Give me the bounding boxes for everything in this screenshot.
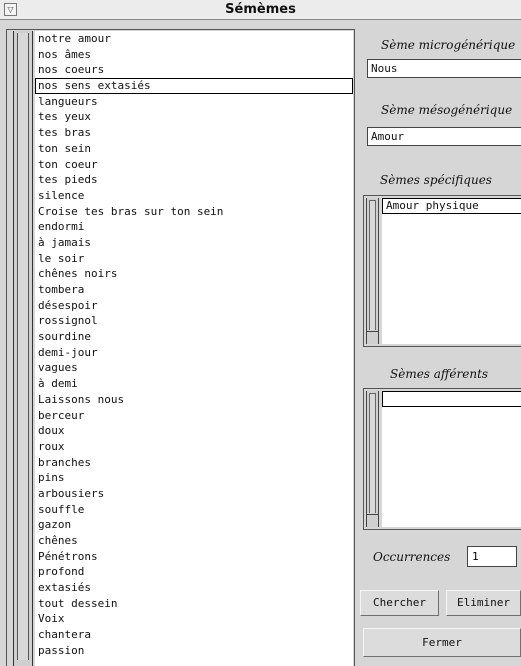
list-item[interactable]: doux: [35, 423, 353, 439]
list-item[interactable]: silence: [35, 188, 353, 204]
fermer-button[interactable]: Fermer: [363, 628, 521, 657]
list-item[interactable]: notre amour: [35, 31, 353, 47]
list-item[interactable]: nos âmes: [35, 47, 353, 63]
mesogenerique-field[interactable]: Amour: [367, 127, 521, 146]
list-item[interactable]: profond: [35, 564, 353, 580]
occurrences-label: Occurrences: [373, 550, 451, 564]
specifiques-label: Sèmes spécifiques: [380, 173, 492, 187]
list-item[interactable]: à jamais: [35, 235, 353, 251]
list-item[interactable]: nos sens extasiés: [35, 78, 353, 94]
list-item[interactable]: tes yeux: [35, 109, 353, 125]
list-item[interactable]: ton sein: [35, 141, 353, 157]
scrollbar-thumb[interactable]: [369, 200, 376, 330]
afferents-list[interactable]: [382, 391, 521, 527]
list-item[interactable]: rossignol: [35, 313, 353, 329]
scrollbar-thumb[interactable]: [369, 393, 376, 513]
afferent-item[interactable]: [382, 391, 521, 407]
list-item[interactable]: langueurs: [35, 94, 353, 110]
list-item[interactable]: tombera: [35, 282, 353, 298]
list-item[interactable]: roux: [35, 439, 353, 455]
afferents-label: Sèmes afférents: [390, 367, 489, 381]
list-item[interactable]: sourdine: [35, 329, 353, 345]
list-item[interactable]: passion: [35, 643, 353, 659]
list-item[interactable]: ton coeur: [35, 157, 353, 173]
list-item[interactable]: tes pieds: [35, 172, 353, 188]
list-item[interactable]: Voix: [35, 611, 353, 627]
list-item[interactable]: Croise tes bras sur ton sein: [35, 204, 353, 220]
scroll-down-arrow-icon[interactable]: [367, 331, 378, 344]
list-item[interactable]: extasiés: [35, 580, 353, 596]
list-item[interactable]: chênes noirs: [35, 266, 353, 282]
list-item[interactable]: arbousiers: [35, 486, 353, 502]
microgenerique-label: Sème microgénérique: [381, 38, 516, 52]
list-item[interactable]: chênes: [35, 533, 353, 549]
list-item[interactable]: vagues: [35, 360, 353, 376]
microgenerique-field[interactable]: Nous: [367, 59, 521, 78]
chercher-button[interactable]: Chercher: [360, 590, 439, 616]
list-item[interactable]: gazon: [35, 517, 353, 533]
eliminer-button[interactable]: Eliminer: [446, 590, 521, 616]
list-item[interactable]: le soir: [35, 251, 353, 267]
sememes-window: ▽ Sémèmes notre amour nos âmes nos coeurs n…: [0, 0, 521, 666]
list-item[interactable]: endormi: [35, 219, 353, 235]
specifique-item[interactable]: Amour physique: [382, 198, 521, 214]
specifiques-scrollbar[interactable]: [366, 198, 379, 344]
sememes-list[interactable]: notre amour nos âmes nos coeurs nos sens ex…: [35, 31, 353, 666]
list-item[interactable]: tes bras: [35, 125, 353, 141]
list-item[interactable]: Laissons nous: [35, 392, 353, 408]
list-item[interactable]: souffle: [35, 502, 353, 518]
specifiques-frame: Amour physique: [363, 195, 521, 347]
mesogenerique-label: Sème mésogénérique: [381, 103, 513, 117]
list-item[interactable]: Pénétrons: [35, 549, 353, 565]
list-item[interactable]: demi-jour: [35, 345, 353, 361]
list-item[interactable]: désespoir: [35, 298, 353, 314]
sememes-list-scrollbar[interactable]: [13, 31, 33, 666]
list-item[interactable]: nos coeurs: [35, 62, 353, 78]
list-item[interactable]: branches: [35, 455, 353, 471]
afferents-scrollbar[interactable]: [366, 391, 379, 527]
list-item[interactable]: tout dessein: [35, 596, 353, 612]
afferents-frame: [363, 388, 521, 530]
occurrences-field[interactable]: 1: [467, 546, 517, 567]
list-item[interactable]: pins: [35, 470, 353, 486]
specifiques-list[interactable]: Amour physique: [382, 198, 521, 344]
scroll-down-arrow-icon[interactable]: [367, 514, 378, 527]
scrollbar-thumb[interactable]: [17, 33, 29, 660]
list-item[interactable]: berceur: [35, 408, 353, 424]
window-title: Sémèmes: [225, 2, 296, 17]
list-item[interactable]: à demi: [35, 376, 353, 392]
list-item[interactable]: chantera: [35, 627, 353, 643]
title-bar[interactable]: ▽ Sémèmes: [0, 0, 521, 20]
seme-details-panel: Sème microgénérique Nous Sème mésogénéri…: [355, 21, 521, 666]
